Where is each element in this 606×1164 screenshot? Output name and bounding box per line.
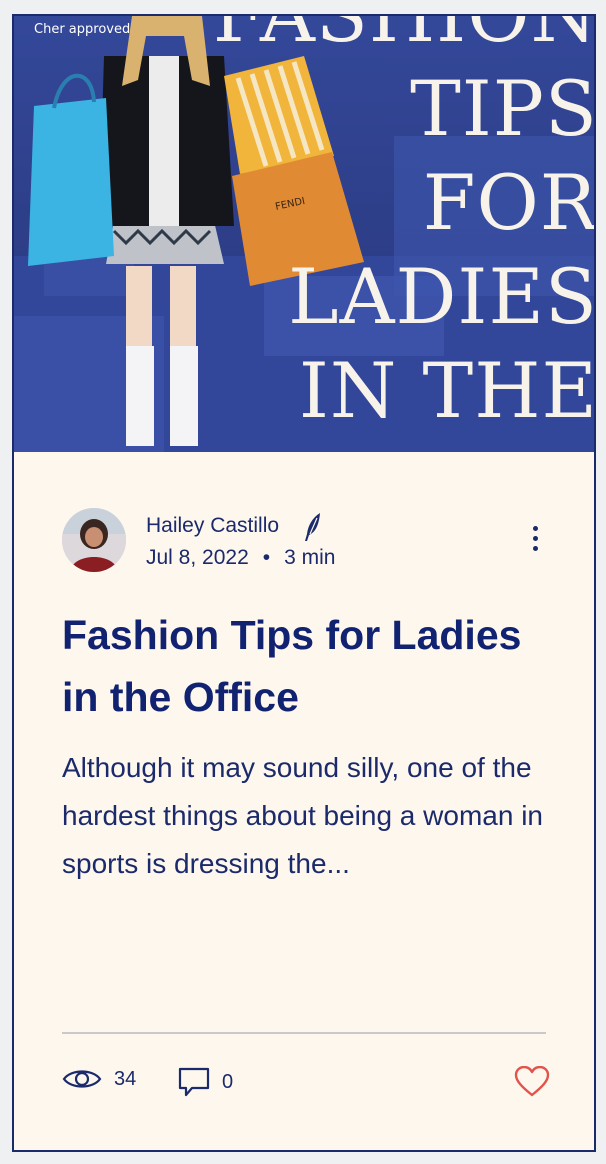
- divider: [62, 1032, 546, 1034]
- cover-title: FASHION TIPS FOR LADIES IN THE: [213, 16, 594, 438]
- like-button[interactable]: [514, 1065, 550, 1103]
- cover-caption: Cher approved: [34, 22, 131, 37]
- author-avatar[interactable]: [62, 508, 126, 572]
- post-meta: Hailey Castillo Jul 8, 2022 • 3 min: [62, 508, 554, 578]
- cover-title-line: IN THE: [298, 346, 594, 435]
- author-name[interactable]: Hailey Castillo: [146, 514, 279, 538]
- avatar-photo: [62, 508, 126, 572]
- post-date-line: Jul 8, 2022 • 3 min: [146, 546, 335, 570]
- read-time: 3 min: [284, 546, 336, 569]
- eye-icon: [62, 1070, 102, 1088]
- comments-stat[interactable]: 0: [178, 1066, 233, 1098]
- comment-icon: [178, 1067, 210, 1097]
- post-date: Jul 8, 2022: [146, 546, 249, 569]
- cover-image[interactable]: FENDI Cher approved FASHION TIPS FOR LAD…: [14, 16, 594, 452]
- views-count: 34: [114, 1067, 137, 1090]
- post-title[interactable]: Fashion Tips for Ladies in the Office: [62, 604, 542, 728]
- blog-post-card[interactable]: FENDI Cher approved FASHION TIPS FOR LAD…: [12, 14, 596, 1152]
- cover-title-line: TIPS: [410, 64, 594, 153]
- meta-separator: •: [262, 546, 271, 569]
- views-stat: 34: [62, 1066, 136, 1092]
- quill-icon: [305, 513, 320, 541]
- post-excerpt: Although it may sound silly, one of the …: [62, 752, 543, 879]
- cover-title-line: LADIES: [288, 252, 594, 341]
- post-stats: 34 0: [62, 1065, 554, 1103]
- cover-title-line: FOR: [422, 158, 594, 247]
- more-options-icon[interactable]: [530, 526, 540, 556]
- cover-title-line: FASHION: [213, 16, 594, 62]
- comments-count: 0: [222, 1070, 234, 1093]
- heart-icon: [514, 1065, 550, 1097]
